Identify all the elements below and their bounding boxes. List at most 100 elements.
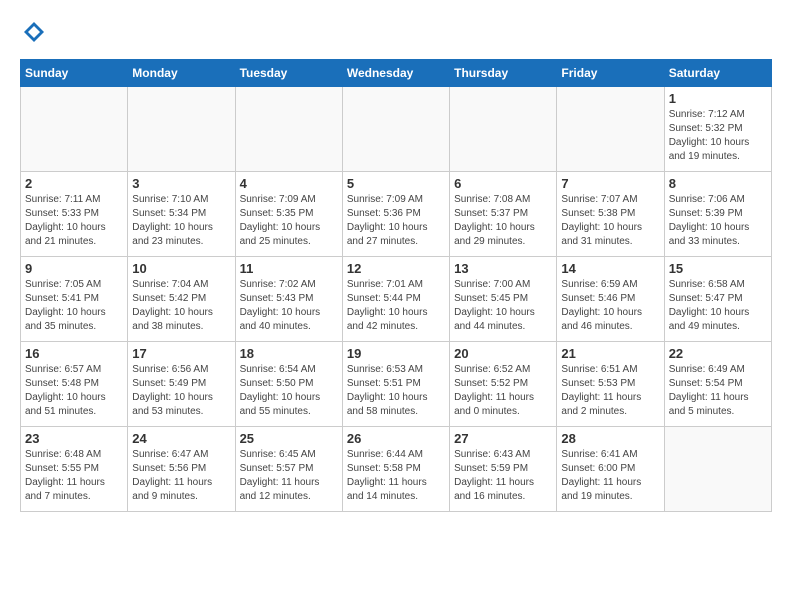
calendar-day-cell: [450, 87, 557, 172]
calendar-week-row: 1 Sunrise: 7:12 AM Sunset: 5:32 PM Daylig…: [21, 87, 772, 172]
calendar-day-cell: [128, 87, 235, 172]
calendar-week-row: 23 Sunrise: 6:48 AM Sunset: 5:55 PM Dayli…: [21, 427, 772, 512]
day-info: Sunrise: 7:09 AM Sunset: 5:35 PM Dayligh…: [240, 193, 338, 249]
calendar-day-cell: 1 Sunrise: 7:12 AM Sunset: 5:32 PM Daylig…: [664, 87, 771, 172]
day-of-week-header: Saturday: [664, 60, 771, 87]
calendar-day-cell: 13Sunrise: 7:00 AM Sunset: 5:45 PM Dayli…: [450, 257, 557, 342]
calendar-day-cell: [235, 87, 342, 172]
day-info: Sunrise: 6:56 AM Sunset: 5:49 PM Dayligh…: [132, 363, 230, 419]
calendar-week-row: 9Sunrise: 7:05 AM Sunset: 5:41 PM Daylig…: [21, 257, 772, 342]
calendar-day-cell: [21, 87, 128, 172]
calendar-day-cell: 5Sunrise: 7:09 AM Sunset: 5:36 PM Daylig…: [342, 172, 449, 257]
day-info: Sunrise: 6:53 AM Sunset: 5:51 PM Dayligh…: [347, 363, 445, 419]
calendar-week-row: 2 Sunrise: 7:11 AM Sunset: 5:33 PM Daylig…: [21, 172, 772, 257]
day-info: Sunrise: 6:58 AM Sunset: 5:47 PM Dayligh…: [669, 278, 767, 334]
day-info: Sunrise: 6:51 AM Sunset: 5:53 PM Dayligh…: [561, 363, 659, 419]
calendar-day-cell: 8 Sunrise: 7:06 AM Sunset: 5:39 PM Daylig…: [664, 172, 771, 257]
day-number: 10: [132, 261, 230, 276]
day-info: Sunrise: 7:10 AM Sunset: 5:34 PM Dayligh…: [132, 193, 230, 249]
day-number: 22: [669, 346, 767, 361]
day-of-week-header: Friday: [557, 60, 664, 87]
day-number: 9: [25, 261, 123, 276]
logo-icon: [22, 20, 46, 44]
day-number: 20: [454, 346, 552, 361]
calendar-day-cell: 12Sunrise: 7:01 AM Sunset: 5:44 PM Dayli…: [342, 257, 449, 342]
day-info: Sunrise: 6:41 AM Sunset: 6:00 PM Dayligh…: [561, 448, 659, 504]
calendar-week-row: 16 Sunrise: 6:57 AM Sunset: 5:48 PM Dayli…: [21, 342, 772, 427]
day-info: Sunrise: 6:59 AM Sunset: 5:46 PM Dayligh…: [561, 278, 659, 334]
calendar-day-cell: 23 Sunrise: 6:48 AM Sunset: 5:55 PM Dayli…: [21, 427, 128, 512]
day-info: Sunrise: 7:09 AM Sunset: 5:36 PM Dayligh…: [347, 193, 445, 249]
calendar-day-cell: 16 Sunrise: 6:57 AM Sunset: 5:48 PM Dayli…: [21, 342, 128, 427]
calendar-day-cell: 17 Sunrise: 6:56 AM Sunset: 5:49 PM Dayli…: [128, 342, 235, 427]
day-info: Sunrise: 6:57 AM Sunset: 5:48 PM Dayligh…: [25, 363, 123, 419]
calendar-day-cell: 10 Sunrise: 7:04 AM Sunset: 5:42 PM Dayli…: [128, 257, 235, 342]
calendar-day-cell: [557, 87, 664, 172]
day-info: Sunrise: 7:07 AM Sunset: 5:38 PM Dayligh…: [561, 193, 659, 249]
day-info: Sunrise: 7:08 AM Sunset: 5:37 PM Dayligh…: [454, 193, 552, 249]
day-number: 17: [132, 346, 230, 361]
day-number: 23: [25, 431, 123, 446]
calendar-day-cell: 3 Sunrise: 7:10 AM Sunset: 5:34 PM Daylig…: [128, 172, 235, 257]
day-number: 28: [561, 431, 659, 446]
day-number: 1: [669, 91, 767, 106]
day-number: 8: [669, 176, 767, 191]
day-info: Sunrise: 6:52 AM Sunset: 5:52 PM Dayligh…: [454, 363, 552, 419]
day-number: 6: [454, 176, 552, 191]
calendar-day-cell: 11 Sunrise: 7:02 AM Sunset: 5:43 PM Dayli…: [235, 257, 342, 342]
calendar-day-cell: 15 Sunrise: 6:58 AM Sunset: 5:47 PM Dayli…: [664, 257, 771, 342]
day-info: Sunrise: 6:47 AM Sunset: 5:56 PM Dayligh…: [132, 448, 230, 504]
calendar-table: SundayMondayTuesdayWednesdayThursdayFrid…: [20, 59, 772, 512]
calendar-day-cell: 21 Sunrise: 6:51 AM Sunset: 5:53 PM Dayli…: [557, 342, 664, 427]
calendar-day-cell: 6 Sunrise: 7:08 AM Sunset: 5:37 PM Daylig…: [450, 172, 557, 257]
day-info: Sunrise: 7:11 AM Sunset: 5:33 PM Dayligh…: [25, 193, 123, 249]
logo: [20, 20, 46, 49]
calendar-day-cell: 28 Sunrise: 6:41 AM Sunset: 6:00 PM Dayli…: [557, 427, 664, 512]
calendar-day-cell: 4 Sunrise: 7:09 AM Sunset: 5:35 PM Daylig…: [235, 172, 342, 257]
calendar-day-cell: 2 Sunrise: 7:11 AM Sunset: 5:33 PM Daylig…: [21, 172, 128, 257]
day-of-week-header: Monday: [128, 60, 235, 87]
day-number: 27: [454, 431, 552, 446]
day-info: Sunrise: 6:44 AM Sunset: 5:58 PM Dayligh…: [347, 448, 445, 504]
day-info: Sunrise: 6:45 AM Sunset: 5:57 PM Dayligh…: [240, 448, 338, 504]
day-info: Sunrise: 7:06 AM Sunset: 5:39 PM Dayligh…: [669, 193, 767, 249]
day-number: 7: [561, 176, 659, 191]
day-of-week-header: Tuesday: [235, 60, 342, 87]
day-info: Sunrise: 6:48 AM Sunset: 5:55 PM Dayligh…: [25, 448, 123, 504]
calendar-day-cell: 14Sunrise: 6:59 AM Sunset: 5:46 PM Dayli…: [557, 257, 664, 342]
day-number: 25: [240, 431, 338, 446]
day-info: Sunrise: 7:04 AM Sunset: 5:42 PM Dayligh…: [132, 278, 230, 334]
page-header: [20, 20, 772, 49]
day-number: 2: [25, 176, 123, 191]
calendar-day-cell: 7 Sunrise: 7:07 AM Sunset: 5:38 PM Daylig…: [557, 172, 664, 257]
day-info: Sunrise: 6:43 AM Sunset: 5:59 PM Dayligh…: [454, 448, 552, 504]
calendar-day-cell: 18Sunrise: 6:54 AM Sunset: 5:50 PM Dayli…: [235, 342, 342, 427]
calendar-header-row: SundayMondayTuesdayWednesdayThursdayFrid…: [21, 60, 772, 87]
day-of-week-header: Wednesday: [342, 60, 449, 87]
day-number: 11: [240, 261, 338, 276]
day-number: 24: [132, 431, 230, 446]
day-number: 12: [347, 261, 445, 276]
calendar-day-cell: 26 Sunrise: 6:44 AM Sunset: 5:58 PM Dayli…: [342, 427, 449, 512]
day-number: 26: [347, 431, 445, 446]
day-number: 15: [669, 261, 767, 276]
day-info: Sunrise: 6:49 AM Sunset: 5:54 PM Dayligh…: [669, 363, 767, 419]
calendar-day-cell: 24 Sunrise: 6:47 AM Sunset: 5:56 PM Dayli…: [128, 427, 235, 512]
calendar-day-cell: 9Sunrise: 7:05 AM Sunset: 5:41 PM Daylig…: [21, 257, 128, 342]
calendar-day-cell: 22 Sunrise: 6:49 AM Sunset: 5:54 PM Dayli…: [664, 342, 771, 427]
calendar-day-cell: 27 Sunrise: 6:43 AM Sunset: 5:59 PM Dayli…: [450, 427, 557, 512]
day-of-week-header: Thursday: [450, 60, 557, 87]
day-info: Sunrise: 7:00 AM Sunset: 5:45 PM Dayligh…: [454, 278, 552, 334]
day-info: Sunrise: 7:12 AM Sunset: 5:32 PM Dayligh…: [669, 108, 767, 164]
day-number: 3: [132, 176, 230, 191]
day-number: 19: [347, 346, 445, 361]
day-info: Sunrise: 7:02 AM Sunset: 5:43 PM Dayligh…: [240, 278, 338, 334]
calendar-day-cell: 19 Sunrise: 6:53 AM Sunset: 5:51 PM Dayli…: [342, 342, 449, 427]
calendar-day-cell: [342, 87, 449, 172]
day-number: 21: [561, 346, 659, 361]
day-number: 16: [25, 346, 123, 361]
day-of-week-header: Sunday: [21, 60, 128, 87]
day-number: 4: [240, 176, 338, 191]
calendar-day-cell: 20 Sunrise: 6:52 AM Sunset: 5:52 PM Dayli…: [450, 342, 557, 427]
day-number: 18: [240, 346, 338, 361]
